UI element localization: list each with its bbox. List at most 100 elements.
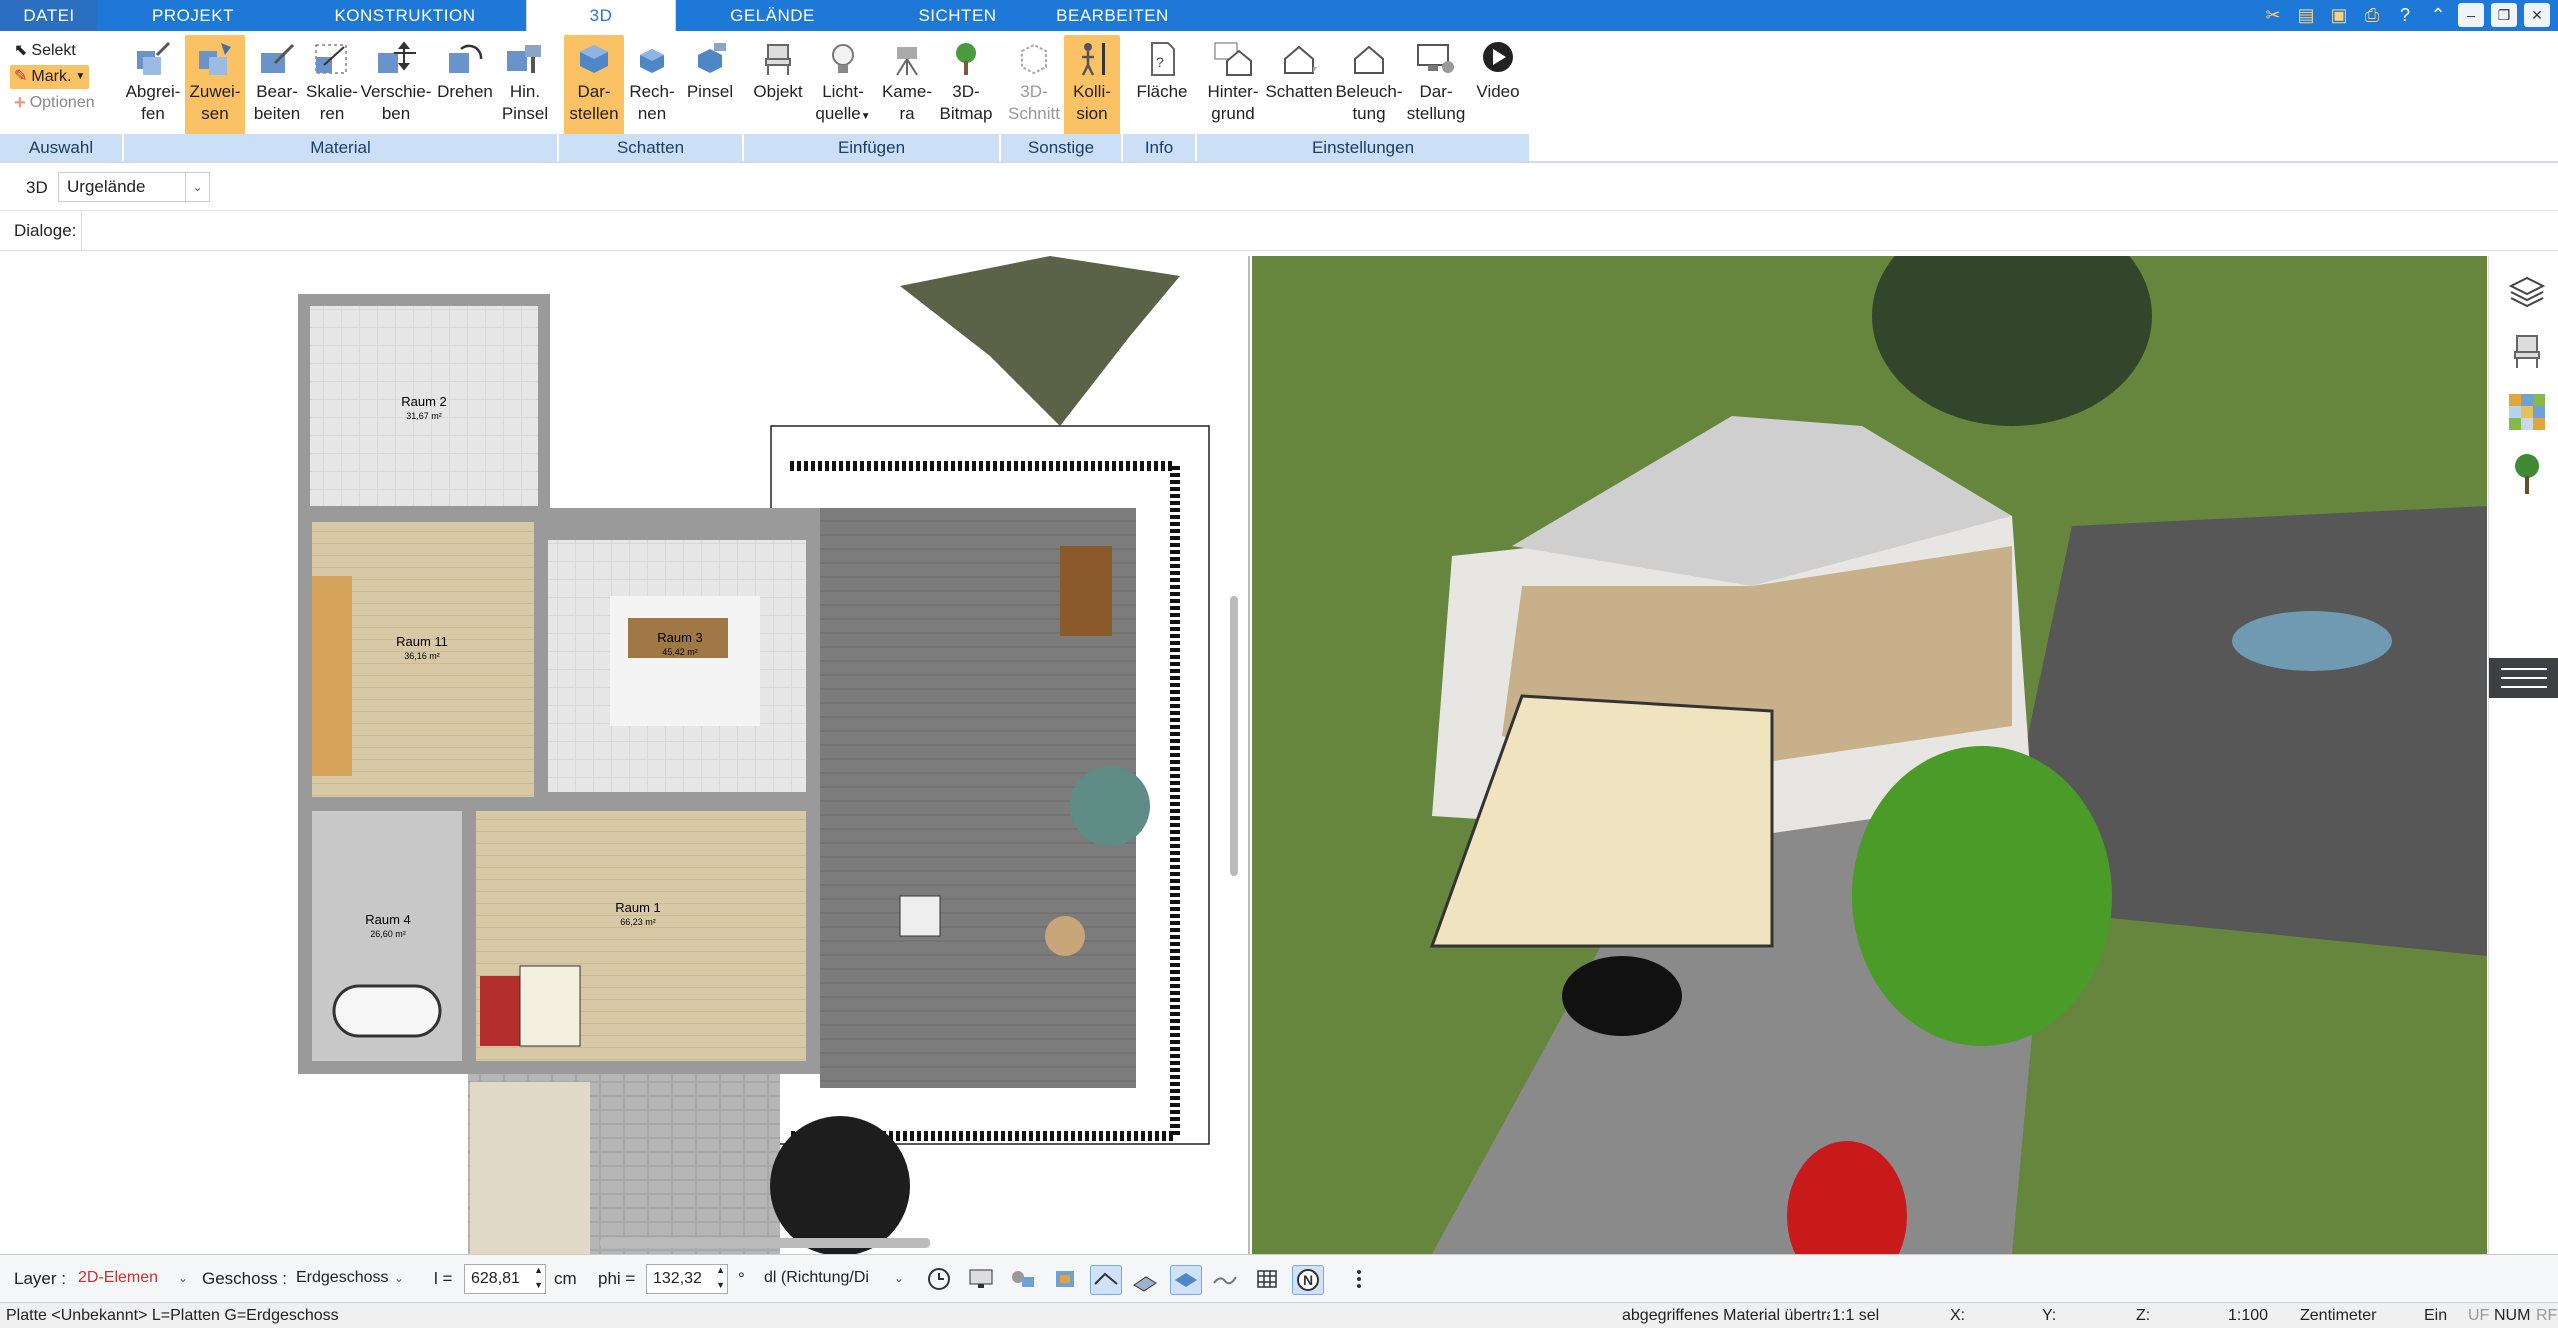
edit-material-icon	[261, 43, 295, 73]
status-message: abgegriffenes Material übertrage	[1622, 1307, 1830, 1324]
svg-text:N: N	[1303, 1272, 1313, 1288]
status-bar: Platte <Unbekannt> L=Platten G=Erdgescho…	[0, 1302, 2558, 1328]
pipette-icon	[137, 41, 171, 75]
verschieben-button[interactable]: Verschie-ben	[360, 35, 432, 139]
objekt-button[interactable]: Objekt	[748, 35, 808, 139]
floor-view-icon[interactable]	[1170, 1265, 1202, 1295]
more-options-icon[interactable]	[1344, 1265, 1376, 1295]
room-label-raum-4: Raum 4	[365, 912, 411, 927]
panel-toggle-button[interactable]	[2489, 658, 2558, 698]
rotate-icon	[449, 44, 483, 73]
furniture-icon[interactable]	[1050, 1265, 1082, 1295]
schatten-darstellen-button[interactable]: Dar-stellen	[564, 35, 624, 139]
abgreifen-button[interactable]: Abgrei-fen	[123, 35, 183, 139]
einstellungen-schatten-button[interactable]: Schatten	[1264, 35, 1334, 139]
length-label: l =	[434, 1269, 453, 1288]
terrain-dropdown[interactable]: Urgelände ⌄	[58, 172, 210, 202]
monitor-icon[interactable]	[966, 1265, 998, 1295]
3d-schnitt-button[interactable]: 3D- Schnitt	[1004, 35, 1064, 139]
layers-icon[interactable]	[2507, 272, 2547, 312]
tab-sichten[interactable]: SICHTEN	[890, 0, 1025, 31]
ribbon-tab-bar: DATEI PROJEKT KONSTRUKTION 3D GELÄNDE SI…	[0, 0, 2558, 31]
minimize-button[interactable]: –	[2458, 3, 2484, 27]
tab-gelaende[interactable]: GELÄNDE	[710, 0, 835, 31]
tab-bearbeiten[interactable]: BEARBEITEN	[1050, 0, 1175, 31]
close-button[interactable]: ✕	[2524, 3, 2550, 27]
objects-icon[interactable]	[1008, 1265, 1040, 1295]
beleuchtung-button[interactable]: Beleuch-tung	[1334, 35, 1404, 139]
bearbeiten-button[interactable]: Bear-beiten	[247, 35, 307, 139]
floor-plan-canvas[interactable]: Raum 2 31,67 m² Raum 11 36,16 m² Raum 3 …	[0, 256, 1250, 1256]
skalieren-button[interactable]: Skalie-ren	[302, 35, 362, 139]
ribbon-collapse-icon[interactable]: ⌃	[2425, 3, 2451, 27]
spinner-icon[interactable]: ▲ ▼	[716, 1265, 725, 1293]
tab-datei[interactable]: DATEI	[0, 0, 98, 31]
hin-pinsel-button[interactable]: Hin. Pinsel	[497, 35, 553, 139]
3d-scene[interactable]	[1252, 256, 2487, 1254]
chair-catalog-icon[interactable]	[2507, 332, 2547, 372]
north-arrow-icon[interactable]: N	[1292, 1265, 1324, 1295]
restore-button[interactable]: ❐	[2491, 3, 2517, 27]
print-icon[interactable]: ⎙	[2359, 3, 2385, 27]
chevron-down-icon: ⌄	[185, 173, 209, 201]
status-mode: Ein	[2424, 1307, 2448, 1324]
clock-icon[interactable]	[924, 1265, 956, 1295]
status-rf: RF	[2536, 1307, 2558, 1324]
grid-icon[interactable]	[1252, 1265, 1284, 1295]
plants-icon[interactable]	[2507, 452, 2547, 496]
tree-icon	[956, 43, 976, 75]
chevron-down-icon: ⌄	[893, 1271, 904, 1285]
phi-label: phi =	[598, 1269, 636, 1288]
direction-mode-dropdown[interactable]: dl (Richtung/Di ⌄	[758, 1264, 906, 1294]
optionen-button[interactable]: + Optionen	[10, 91, 99, 115]
save-icon[interactable]: ▣	[2326, 3, 2352, 27]
floor-plan-2d[interactable]: Raum 2 31,67 m² Raum 11 36,16 m² Raum 3 …	[0, 256, 1250, 1256]
kollision-button[interactable]: Kolli-sion	[1064, 35, 1120, 139]
horizontal-scrollbar[interactable]	[600, 1238, 930, 1248]
terrain-view-icon[interactable]	[1210, 1265, 1242, 1295]
brush-icon	[507, 45, 541, 73]
tab-projekt[interactable]: PROJEKT	[128, 0, 258, 31]
zuweisen-button[interactable]: Zuwei-sen	[185, 35, 245, 139]
darstellung-button[interactable]: Dar-stellung	[1404, 35, 1468, 139]
room-area-raum-11: 36,16 m²	[404, 651, 440, 661]
room-area-raum-2: 31,67 m²	[406, 411, 442, 421]
schatten-pinsel-button[interactable]: Pinsel	[680, 35, 740, 139]
flaeche-button[interactable]: ? Fläche	[1130, 35, 1194, 139]
tab-konstruktion[interactable]: KONSTRUKTION	[320, 0, 490, 31]
vertical-scrollbar[interactable]	[1230, 596, 1238, 876]
layer-dropdown[interactable]: 2D-Elemen ⌄	[72, 1264, 190, 1294]
tools-icon[interactable]: ✂	[2260, 3, 2286, 27]
status-z: Z:	[2136, 1307, 2151, 1324]
tab-3d[interactable]: 3D	[526, 0, 676, 31]
selekt-button[interactable]: ⬉ Selekt	[10, 39, 80, 63]
wall-view-icon[interactable]	[1130, 1265, 1162, 1295]
video-button[interactable]: Video	[1470, 35, 1526, 139]
background-house-icon	[1214, 42, 1252, 76]
spinner-icon[interactable]: ▲ ▼	[534, 1265, 543, 1293]
phi-unit: °	[738, 1269, 745, 1288]
room-label-raum-11: Raum 11	[396, 634, 448, 649]
hintergrund-button[interactable]: Hinter-grund	[1202, 35, 1264, 139]
status-num: NUM	[2494, 1307, 2531, 1324]
kamera-button[interactable]: Kame-ra	[876, 35, 938, 139]
3d-bitmap-button[interactable]: 3D- Bitmap	[936, 35, 996, 139]
materials-icon[interactable]	[2507, 392, 2547, 432]
length-input[interactable]: 628,81 ▲ ▼	[464, 1264, 546, 1294]
drehen-button[interactable]: Drehen	[434, 35, 496, 139]
3d-view[interactable]	[1252, 256, 2487, 1254]
move-icon	[378, 41, 416, 73]
status-scale-short: 1:1 sel	[1832, 1307, 1880, 1324]
group-label-schatten: Schatten	[559, 134, 742, 161]
phi-input[interactable]: 132,32 ▲ ▼	[646, 1264, 728, 1294]
shadow-brush-icon	[698, 43, 726, 73]
roof-view-icon[interactable]	[1090, 1265, 1122, 1295]
lichtquelle-button[interactable]: Licht-quelle▼	[812, 35, 874, 139]
chevron-down-icon: ⌄	[393, 1271, 404, 1285]
geschoss-dropdown[interactable]: Erdgeschoss ⌄	[290, 1264, 406, 1294]
folder-icon[interactable]: ▤	[2293, 3, 2319, 27]
mark-button[interactable]: ✎ Mark. ▼	[10, 65, 90, 89]
rechnen-button[interactable]: Rech-nen	[622, 35, 682, 139]
shadow-cube-icon	[580, 45, 608, 73]
help-icon[interactable]: ?	[2392, 3, 2418, 27]
